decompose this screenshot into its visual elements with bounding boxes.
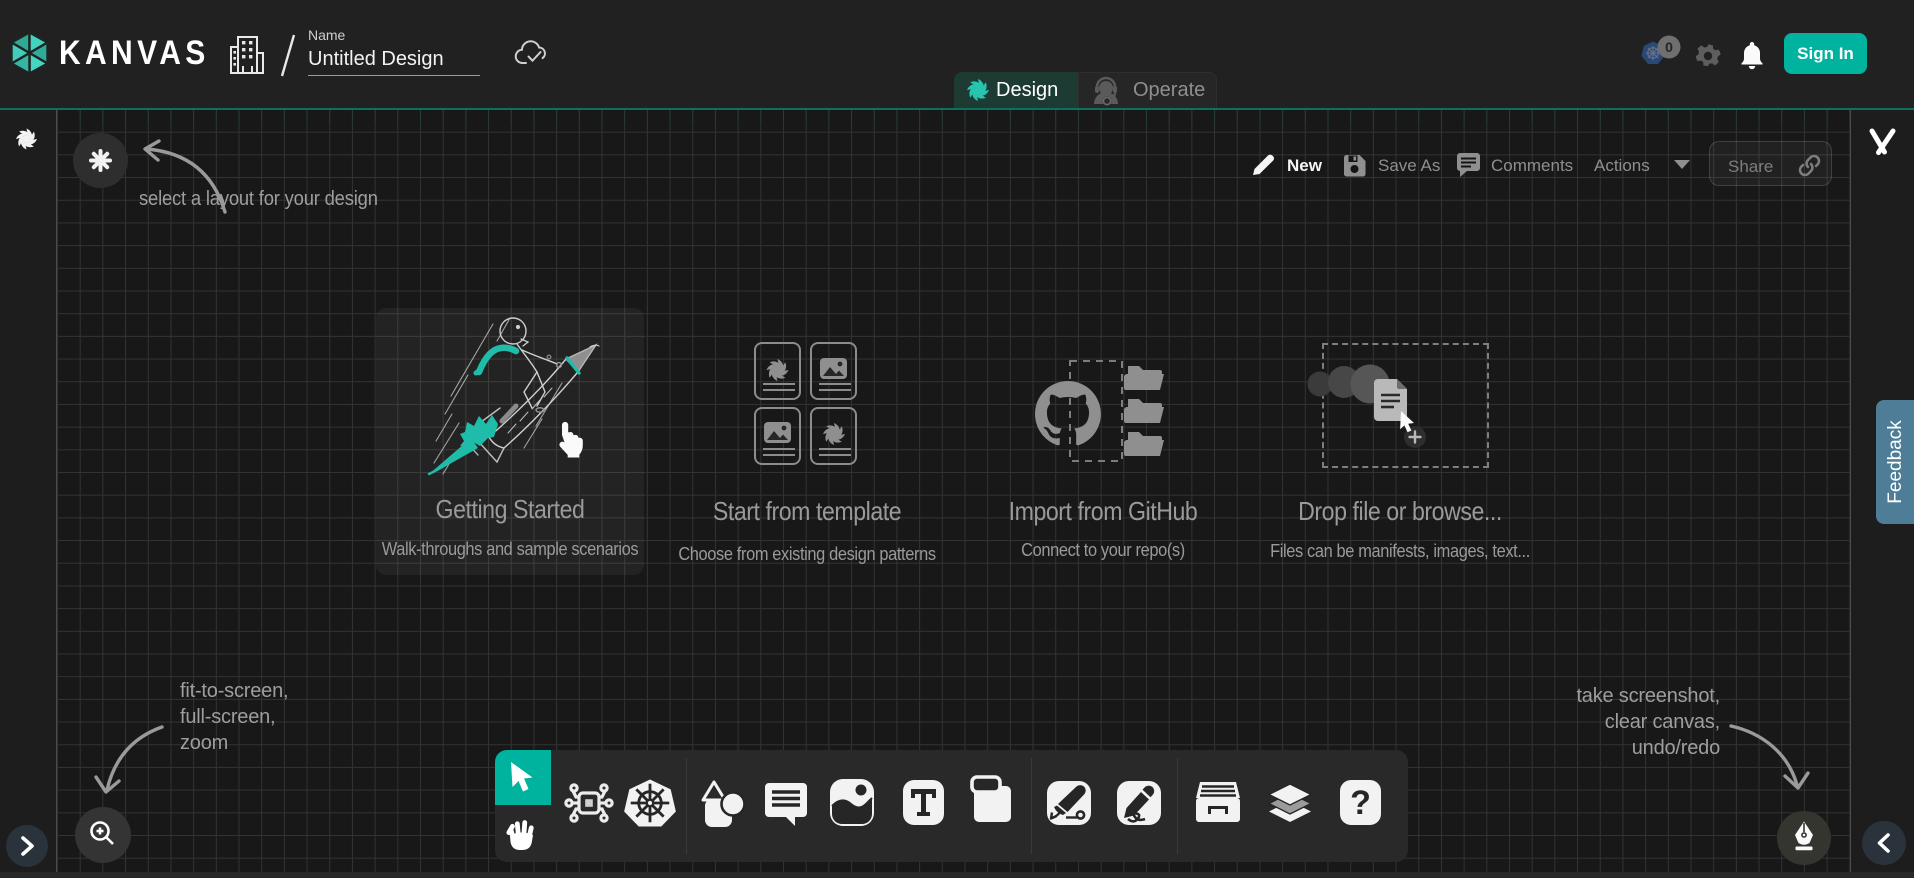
svg-text:0: 0 — [1665, 39, 1673, 55]
svg-text:?: ? — [1350, 784, 1371, 822]
